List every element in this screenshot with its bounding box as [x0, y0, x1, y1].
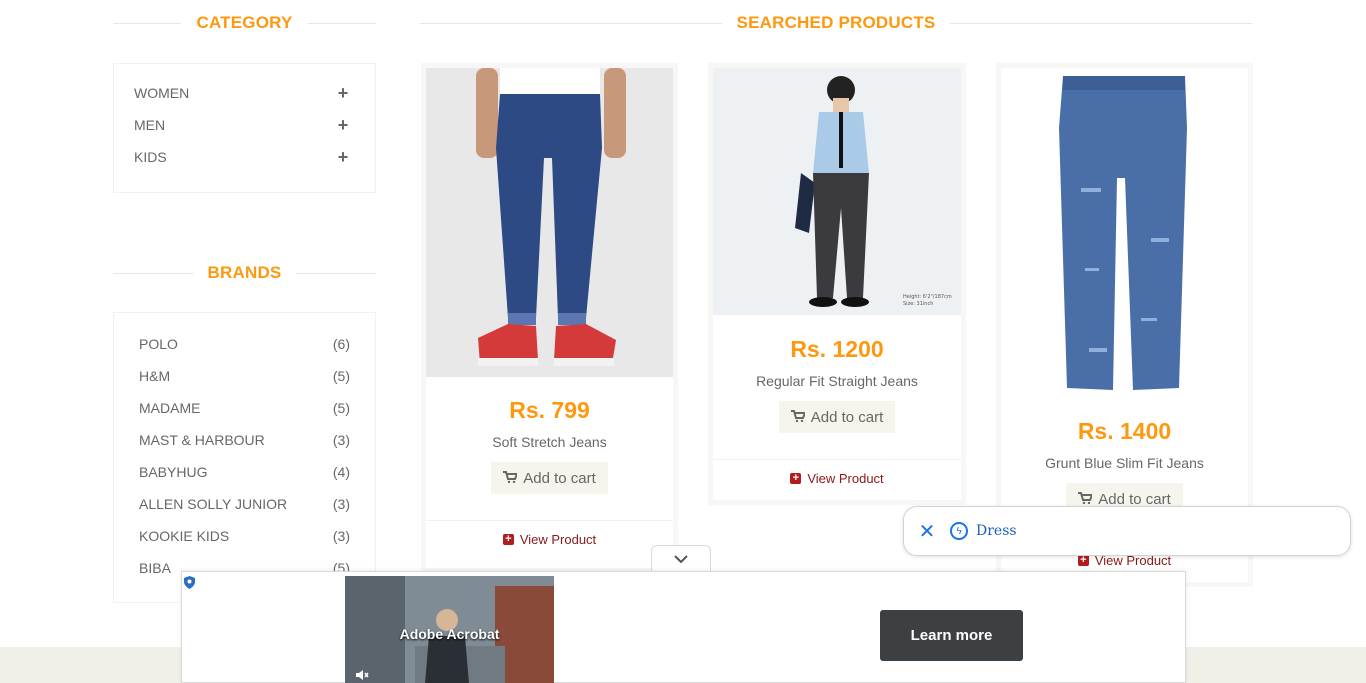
- cart-icon: [503, 470, 519, 487]
- add-to-cart-label: Add to cart: [1098, 490, 1171, 508]
- product-price: Rs. 1400: [1077, 418, 1172, 444]
- cart-icon: [1078, 491, 1094, 508]
- brand-name: MAST & HARBOUR: [139, 432, 265, 448]
- category-label: WOMEN: [134, 85, 190, 101]
- ad-banner: Adobe Acrobat Learn more: [181, 571, 1186, 683]
- plus-icon[interactable]: +: [337, 115, 349, 136]
- product-image[interactable]: [1001, 68, 1248, 398]
- brand-count: (4): [332, 464, 350, 480]
- adchoices-icon[interactable]: [183, 576, 196, 589]
- bolt-icon: ϟ: [950, 522, 968, 540]
- products-title: SEARCHED PRODUCTS: [736, 13, 936, 32]
- category-title: CATEGORY: [196, 13, 293, 32]
- close-icon[interactable]: ✕: [904, 519, 950, 544]
- brand-item-madame[interactable]: MADAME (5): [114, 392, 375, 424]
- search-query[interactable]: Dress: [976, 523, 1017, 539]
- brand-count: (6): [332, 336, 350, 352]
- brand-item-mast-harbour[interactable]: MAST & HARBOUR (3): [114, 424, 375, 456]
- chevron-down-icon: [674, 550, 688, 568]
- plus-icon[interactable]: +: [337, 83, 349, 104]
- add-to-cart-label: Add to cart: [523, 469, 596, 487]
- brand-item-polo[interactable]: POLO (6): [114, 328, 375, 360]
- brand-count: (3): [332, 432, 350, 448]
- image-caption: Height: 6'2"/187cm: [903, 294, 952, 300]
- brand-item-allen-solly-junior[interactable]: ALLEN SOLLY JUNIOR (3): [114, 488, 375, 520]
- brand-count: (5): [332, 368, 350, 384]
- product-price: Rs. 799: [509, 397, 590, 423]
- product-card: Height: 6'2"/187cm Size: 31inch Rs. 1200…: [708, 63, 966, 505]
- learn-more-button[interactable]: Learn more: [880, 610, 1023, 661]
- category-heading: CATEGORY: [113, 12, 377, 34]
- brand-name: BIBA: [139, 560, 171, 576]
- brand-name: H&M: [139, 368, 171, 384]
- brand-name: KOOKIE KIDS: [139, 528, 230, 544]
- view-product-label: View Product: [519, 532, 597, 547]
- search-suggestion-chip[interactable]: ✕ ϟ Dress: [903, 506, 1351, 556]
- add-to-cart-button[interactable]: Add to cart: [778, 401, 896, 433]
- product-name: Grunt Blue Slim Fit Jeans: [1045, 455, 1204, 471]
- ad-video[interactable]: Adobe Acrobat: [345, 576, 554, 683]
- brand-item-babyhug[interactable]: BABYHUG (4): [114, 456, 375, 488]
- brand-count: (3): [332, 528, 350, 544]
- brand-item-hm[interactable]: H&M (5): [114, 360, 375, 392]
- ad-video-title: Adobe Acrobat: [399, 626, 500, 642]
- jeans-photo: [476, 68, 626, 366]
- brand-name: ALLEN SOLLY JUNIOR: [139, 496, 288, 512]
- plus-icon[interactable]: +: [337, 147, 349, 168]
- view-product-label: View Product: [807, 471, 884, 486]
- image-caption: Size: 31inch: [903, 301, 933, 307]
- brands-title: BRANDS: [207, 263, 282, 282]
- jeans-photo: [1059, 76, 1187, 390]
- product-image[interactable]: [426, 68, 673, 377]
- ad-collapse-button[interactable]: [651, 545, 711, 572]
- add-to-cart-button[interactable]: Add to cart: [491, 462, 608, 494]
- brand-name: POLO: [139, 336, 178, 352]
- brands-panel: POLO (6) H&M (5) MADAME (5) MAST & HARBO…: [113, 312, 376, 603]
- product-price: Rs. 1200: [790, 336, 884, 362]
- brands-heading: BRANDS: [113, 262, 376, 284]
- category-item-women[interactable]: WOMEN +: [114, 77, 375, 109]
- category-item-kids[interactable]: KIDS +: [114, 141, 375, 173]
- plus-square-icon: +: [502, 534, 514, 545]
- view-product-link[interactable]: + View Product: [713, 459, 961, 497]
- products-heading: SEARCHED PRODUCTS: [420, 12, 1253, 34]
- page: CATEGORY WOMEN + MEN + KIDS + BRANDS POL…: [0, 0, 1366, 683]
- plus-square-icon: +: [790, 473, 802, 484]
- mute-icon[interactable]: [355, 668, 369, 683]
- brand-count: (5): [332, 400, 350, 416]
- brand-item-kookie-kids[interactable]: KOOKIE KIDS (3): [114, 520, 375, 552]
- category-label: MEN: [134, 117, 166, 133]
- plus-square-icon: +: [1077, 555, 1089, 566]
- model-photo: Height: 6'2"/187cm Size: 31inch: [795, 76, 952, 307]
- view-product-link[interactable]: + View Product: [426, 520, 673, 558]
- brand-name: MADAME: [139, 400, 201, 416]
- category-panel: WOMEN + MEN + KIDS +: [113, 63, 376, 193]
- cart-icon: [790, 409, 807, 426]
- brand-name: BABYHUG: [139, 464, 208, 480]
- add-to-cart-label: Add to cart: [810, 408, 884, 426]
- category-label: KIDS: [134, 149, 167, 165]
- brand-count: (3): [332, 496, 350, 512]
- product-image[interactable]: Height: 6'2"/187cm Size: 31inch: [713, 68, 961, 315]
- product-name: Regular Fit Straight Jeans: [756, 373, 918, 389]
- category-item-men[interactable]: MEN +: [114, 109, 375, 141]
- product-card: Rs. 799 Soft Stretch Jeans Add to cart +…: [421, 63, 678, 573]
- product-name: Soft Stretch Jeans: [492, 434, 607, 450]
